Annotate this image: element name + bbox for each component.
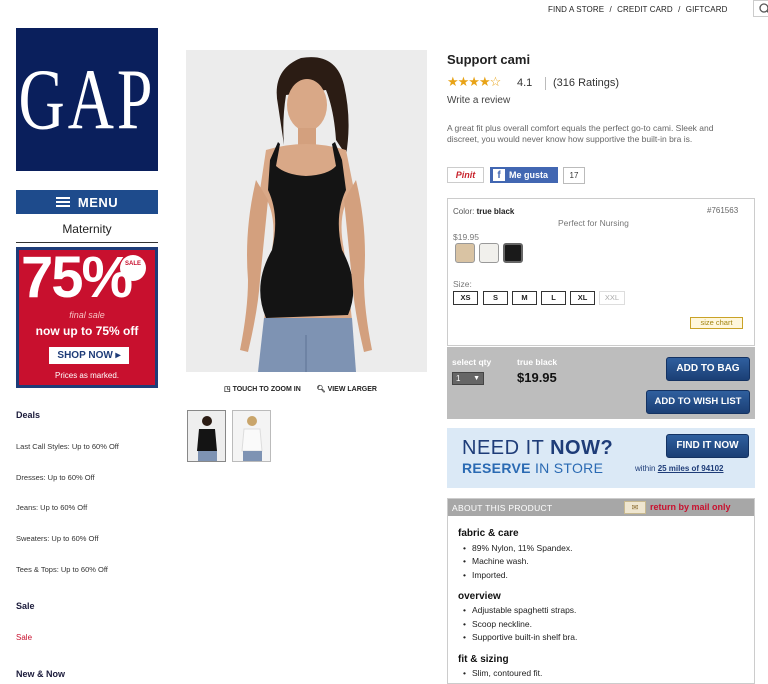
star-rating-icon[interactable]: ★★★★☆: [447, 74, 501, 90]
list-item: Machine wash.: [463, 556, 529, 566]
new-now-heading: New & Now: [16, 669, 66, 679]
product-tagline: Perfect for Nursing: [558, 218, 629, 228]
reserve-in-store-text: RESERVE IN STORE: [462, 460, 604, 476]
add-to-bag-button[interactable]: ADD TO BAG: [666, 357, 750, 381]
hamburger-icon: [55, 197, 70, 207]
store-radius: within 25 miles of 94102: [635, 464, 724, 473]
product-sku: #761563: [707, 206, 739, 215]
mail-envelope-icon: ✉: [624, 501, 646, 514]
promo-final-sale: final sale: [69, 310, 105, 320]
facebook-like-button[interactable]: f Me gusta: [490, 167, 558, 183]
shop-now-button[interactable]: SHOP NOW ▸: [49, 347, 129, 364]
list-item: Imported.: [463, 570, 508, 580]
chevron-down-icon: ▼: [473, 375, 480, 382]
fabric-care-heading: fabric & care: [458, 528, 519, 539]
promo-note: Prices as marked.: [54, 371, 120, 380]
pinterest-button[interactable]: Pinit: [447, 167, 484, 183]
promo-headline: now up to 75% off: [35, 324, 139, 338]
product-title: Support cami: [447, 52, 531, 67]
list-item: 89% Nylon, 11% Spandex.: [463, 543, 573, 553]
sidebar-deal-link[interactable]: Jeans: Up to 60% Off: [16, 503, 87, 512]
search-button[interactable]: [753, 0, 768, 17]
zoom-controls: ◳ TOUCH TO ZOOM IN 🔍︎ VIEW LARGER: [224, 385, 377, 393]
credit-card-link[interactable]: CREDIT CARD: [617, 5, 673, 14]
sale-promo-banner[interactable]: 75% SALE final sale now up to 75% off SH…: [16, 247, 158, 388]
product-description: A great fit plus overall comfort equals …: [447, 123, 714, 144]
separator: /: [609, 5, 612, 14]
select-qty-label: select qty: [452, 357, 492, 367]
sidebar-deal-link[interactable]: Sweaters: Up to 60% Off: [16, 534, 98, 543]
sale-heading: Sale: [16, 601, 35, 611]
menu-label: MENU: [77, 194, 119, 210]
write-review-link[interactable]: Write a review: [447, 95, 510, 106]
view-larger-link[interactable]: VIEW LARGER: [328, 386, 377, 393]
need-it-now-heading: NEED IT NOW?: [462, 437, 614, 459]
about-product-label: ABOUT THIS PRODUCT: [452, 503, 553, 513]
promo-percent: 75%: [21, 247, 133, 310]
giftcard-link[interactable]: GIFTCARD: [686, 5, 728, 14]
list-item: Adjustable spaghetti straps.: [463, 605, 576, 615]
size-l[interactable]: L: [541, 291, 566, 305]
list-item: Slim, contoured fit.: [463, 668, 542, 678]
find-store-link[interactable]: FIND A STORE: [548, 5, 604, 14]
size-s[interactable]: S: [483, 291, 508, 305]
size-xs[interactable]: XS: [453, 291, 478, 305]
color-value: true black: [476, 207, 515, 216]
menu-button[interactable]: MENU: [16, 190, 158, 214]
selected-color-label: true black: [517, 357, 558, 367]
add-to-wish-list-button[interactable]: ADD TO WISH LIST: [646, 390, 750, 414]
option-price: $19.95: [453, 232, 479, 242]
sale-badge: SALE: [120, 255, 146, 281]
touch-zoom-icon: ◳: [224, 386, 231, 393]
product-main-image[interactable]: [186, 50, 427, 372]
search-icon: [759, 3, 768, 13]
fit-sizing-heading: fit & sizing: [458, 654, 509, 665]
thumbnail-black[interactable]: [187, 410, 226, 462]
return-policy-text: return by mail only: [650, 502, 731, 512]
color-swatch-black-selected[interactable]: [503, 243, 523, 263]
touch-zoom-link[interactable]: TOUCH TO ZOOM IN: [233, 386, 301, 393]
department-title[interactable]: Maternity: [16, 222, 158, 243]
size-chart-link[interactable]: size chart: [690, 317, 743, 329]
store-location-link[interactable]: 25 miles of 94102: [658, 464, 724, 473]
color-swatch-white[interactable]: [479, 243, 499, 263]
facebook-like-label: Me gusta: [509, 170, 549, 180]
list-item: Scoop neckline.: [463, 619, 532, 629]
rating-count[interactable]: (316 Ratings): [544, 77, 619, 90]
rating-value: 4.1: [517, 77, 533, 89]
sidebar-deal-link[interactable]: Tees & Tops: Up to 60% Off: [16, 565, 108, 574]
find-it-now-button[interactable]: FIND IT NOW: [666, 434, 749, 458]
sidebar-sale-link[interactable]: Sale: [16, 633, 32, 642]
facebook-icon: f: [493, 169, 505, 181]
list-item: Supportive built-in shelf bra.: [463, 632, 577, 642]
deals-heading: Deals: [16, 410, 41, 420]
utility-links: FIND A STORE / CREDIT CARD / GIFTCARD: [548, 5, 727, 14]
separator: /: [678, 5, 681, 14]
size-xxl-unavailable: XXL: [599, 291, 625, 305]
size-label: Size:: [453, 279, 472, 289]
gap-logo[interactable]: GAP: [16, 28, 158, 171]
quantity-select[interactable]: 1 ▼: [452, 372, 484, 385]
thumbnail-white[interactable]: [232, 410, 271, 462]
color-label: Color: true black: [453, 207, 515, 216]
size-xl[interactable]: XL: [570, 291, 595, 305]
size-m[interactable]: M: [512, 291, 537, 305]
product-price: $19.95: [517, 370, 557, 385]
sidebar-deal-link[interactable]: Dresses: Up to 60% Off: [16, 473, 95, 482]
magnifier-icon: 🔍︎: [316, 386, 326, 393]
overview-heading: overview: [458, 591, 501, 602]
color-swatch-tan[interactable]: [455, 243, 475, 263]
sidebar-deal-link[interactable]: Last Call Styles: Up to 60% Off: [16, 442, 119, 451]
model-photo: [186, 50, 427, 372]
facebook-like-count: 17: [563, 167, 585, 184]
